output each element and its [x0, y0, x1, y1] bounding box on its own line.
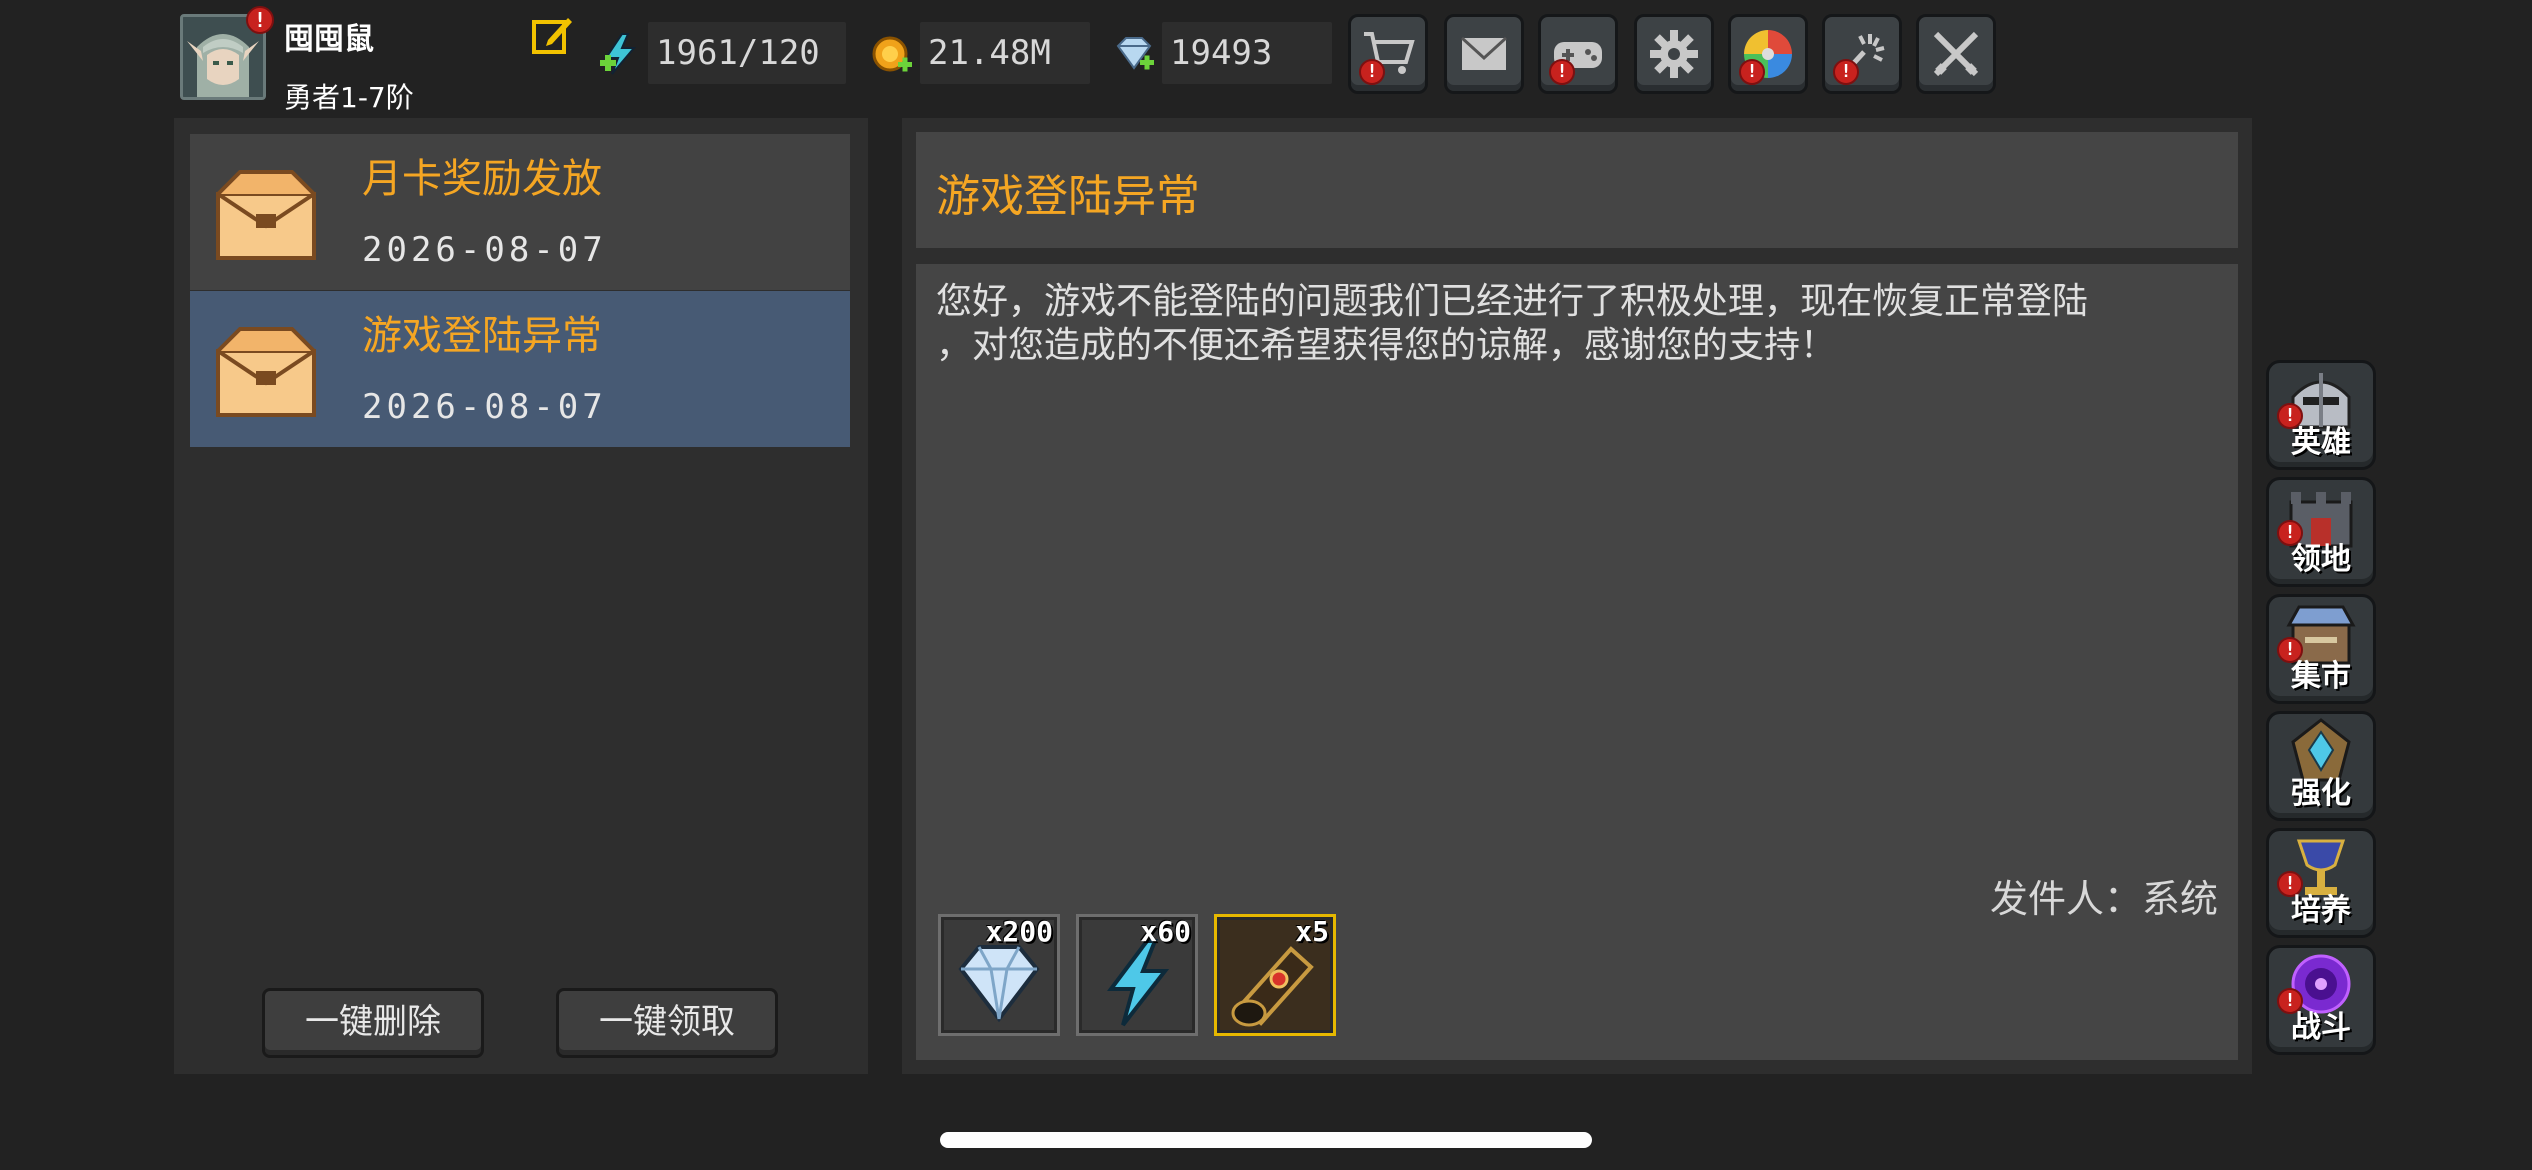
events-button[interactable]: ! [1538, 14, 1618, 94]
nav-cultivate-label: 培养 [2291, 893, 2351, 928]
lottery-button[interactable]: ! [1728, 14, 1808, 94]
mail-detail-title: 游戏登陆异常 [936, 171, 1200, 222]
gear-icon [1650, 30, 1698, 78]
claim-all-button[interactable]: 一键领取 [556, 988, 778, 1058]
mail-list-item[interactable]: 月卡奖励发放 2026-08-07 [190, 134, 850, 290]
envelope-icon [216, 170, 316, 260]
attachment-slot[interactable]: x5 [1214, 914, 1336, 1036]
mail-title: 游戏登陆异常 [362, 313, 602, 359]
attachment-quantity: x60 [1140, 915, 1191, 948]
mail-title: 月卡奖励发放 [362, 156, 602, 202]
avatar-alert-badge: ! [246, 6, 274, 34]
attachment-slot[interactable]: x60 [1076, 914, 1198, 1036]
delete-all-button[interactable]: 一键删除 [262, 988, 484, 1058]
nav-battle-label: 战斗 [2291, 1010, 2351, 1045]
scroll-icon [1231, 946, 1314, 1027]
nav-enhance-button[interactable]: 强化 [2266, 711, 2376, 821]
mail-detail-text: 您好，游戏不能登陆的问题我们已经进行了积极处理，现在恢复正常登陆 ，对您造成的不… [936, 281, 2089, 366]
nav-hero-label: 英雄 [2291, 425, 2351, 460]
diamond-icon [958, 945, 1040, 1023]
attachment-quantity: x200 [985, 915, 1053, 948]
shop-button[interactable]: ! [1348, 14, 1428, 94]
events-alert-badge: ! [1549, 59, 1575, 85]
lottery-alert-badge: ! [1739, 59, 1765, 85]
nav-enhance-label: 强化 [2291, 776, 2351, 811]
edit-name-icon[interactable] [530, 14, 574, 58]
gold-counter: 21.48M [920, 22, 1090, 84]
celebration-button[interactable]: ! [1822, 14, 1902, 94]
energy-counter: 1961/120 [648, 22, 846, 84]
gem-icon [1112, 32, 1156, 76]
mail-list-item-selected[interactable]: 游戏登陆异常 2026-08-07 [190, 291, 850, 447]
nav-territory-button[interactable]: ! 领地 [2266, 477, 2376, 587]
gold-coin-icon [870, 32, 914, 76]
nav-battle-button[interactable]: ! 战斗 [2266, 945, 2376, 1055]
nav-market-label: 集市 [2291, 659, 2351, 694]
home-indicator[interactable] [940, 1132, 1592, 1148]
mail-sender: 发件人：系统 [1989, 877, 2218, 921]
player-name: 囤囤鼠 [284, 22, 374, 57]
shop-alert-badge: ! [1359, 59, 1385, 85]
celebration-alert-badge: ! [1833, 59, 1859, 85]
nav-cultivate-button[interactable]: ! 培养 [2266, 828, 2376, 938]
lightning-icon [1107, 939, 1170, 1027]
mail-date: 2026-08-07 [362, 230, 607, 270]
gem-counter: 19493 [1162, 22, 1332, 84]
crossed-swords-icon [1933, 31, 1979, 77]
nav-hero-button[interactable]: ! 英雄 [2266, 360, 2376, 470]
settings-button[interactable] [1634, 14, 1714, 94]
attachment-quantity: x5 [1295, 915, 1329, 948]
energy-icon [598, 32, 642, 76]
player-rank: 勇者1-7阶 [284, 81, 414, 114]
nav-territory-label: 领地 [2291, 542, 2351, 577]
nav-market-button[interactable]: ! 集市 [2266, 594, 2376, 704]
attachment-slot[interactable]: x200 [938, 914, 1060, 1036]
envelope-icon [216, 327, 316, 417]
battle-button[interactable] [1916, 14, 1996, 94]
mail-date: 2026-08-07 [362, 387, 607, 427]
mail-icon [1460, 36, 1508, 70]
mail-button[interactable] [1444, 14, 1524, 94]
